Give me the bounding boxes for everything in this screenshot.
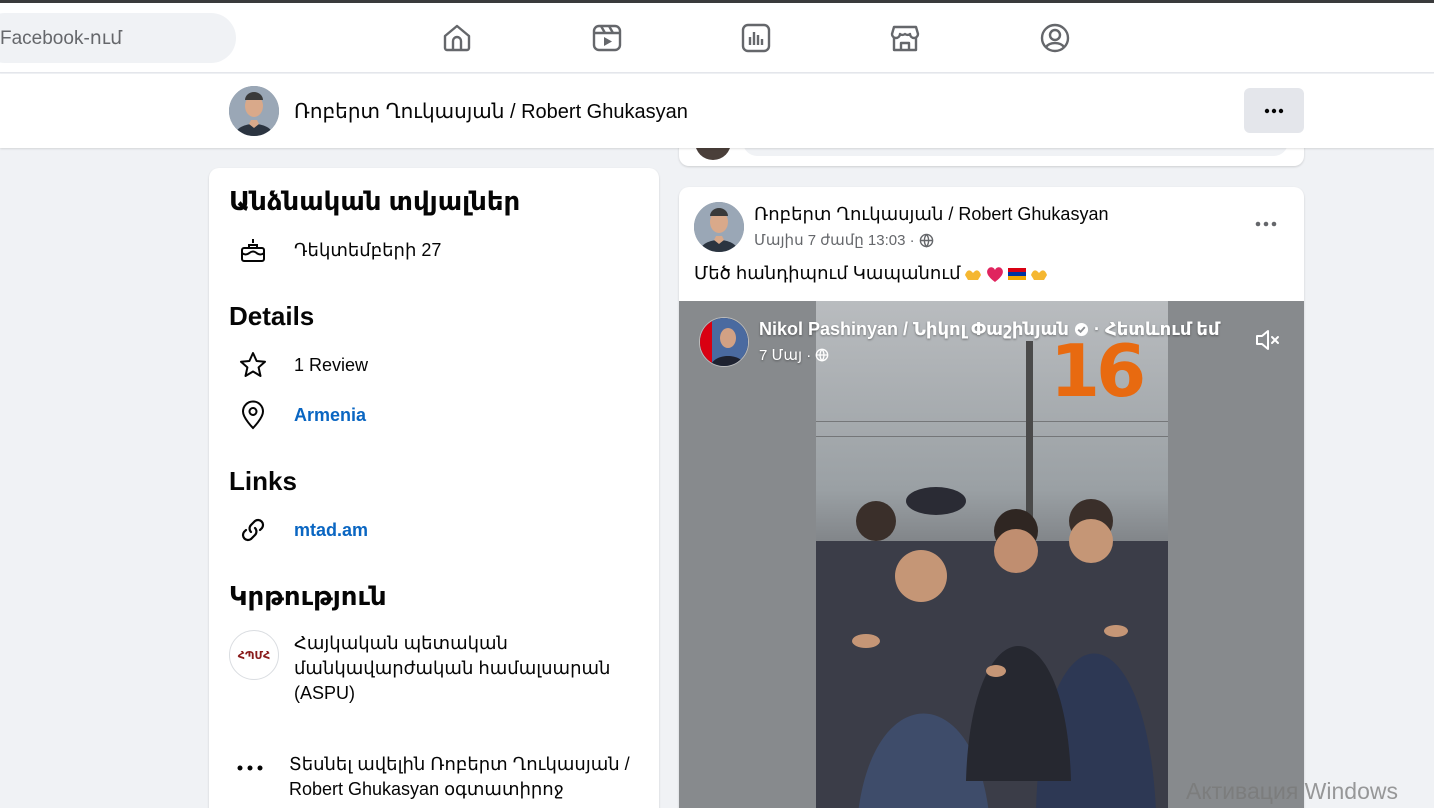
dashboard-icon[interactable] <box>740 22 772 54</box>
marketplace-icon[interactable] <box>889 22 921 54</box>
video-meta: 7 Մայ · <box>759 346 829 364</box>
globe-icon <box>919 233 933 248</box>
education-title: Կրթություն <box>229 581 387 611</box>
school-name[interactable]: Հայկական պետական մանկավարժական համալսարա… <box>294 631 624 706</box>
reels-icon[interactable] <box>591 22 623 54</box>
review-count[interactable]: 1 Review <box>294 355 368 376</box>
profile-avatar[interactable] <box>229 86 279 136</box>
post-text: Մեծ հանդիպում Կապանում <box>694 263 1049 284</box>
location-link[interactable]: Armenia <box>294 405 366 426</box>
profile-header-bar: Ռոբերտ Ղուկասյան / Robert Ghukasyan <box>0 74 1434 148</box>
post-date[interactable]: Մայիս 7 ժամը 13:03 · <box>754 231 915 249</box>
profile-icon[interactable] <box>1039 22 1071 54</box>
shared-video[interactable]: 16 Nikol Pashinyan / Նիկոլ Փաշինյան · Հե… <box>679 301 1304 808</box>
profile-name[interactable]: Ռոբերտ Ղուկասյան / Robert Ghukasyan <box>294 99 688 124</box>
post-author-name[interactable]: Ռոբերտ Ղուկասյան / Robert Ghukasyan <box>754 204 1108 225</box>
birthday-cake-icon <box>237 234 269 266</box>
school-logo-text: ՀՊՄՀ <box>237 649 271 662</box>
red-heart-emoji-icon <box>986 266 1003 282</box>
star-icon <box>237 349 269 381</box>
post-meta: Մայիս 7 ժամը 13:03 · <box>754 231 934 249</box>
location-pin-icon <box>237 399 269 431</box>
muted-speaker-icon[interactable] <box>1253 325 1283 355</box>
more-horizontal-icon <box>1255 221 1277 227</box>
search-input-value: Facebook-ում <box>0 27 123 49</box>
personal-info-title: Անձնական տվյալներ <box>229 186 521 216</box>
links-title: Links <box>229 466 297 496</box>
heart-hands-emoji-icon <box>964 269 981 280</box>
video-overlay-number: 16 <box>1050 329 1146 413</box>
link-chain-icon <box>237 514 269 546</box>
post-author-avatar[interactable] <box>694 202 744 252</box>
following-label[interactable]: · Հետևում եմ <box>1094 319 1220 340</box>
heart-hands-emoji-icon <box>1030 269 1047 280</box>
video-date[interactable]: 7 Մայ · <box>759 346 811 364</box>
see-more-about-link[interactable]: Տեսնել ավելին Ռոբերտ Ղուկասյան / Robert … <box>289 752 634 802</box>
video-author-avatar[interactable] <box>699 317 749 367</box>
birthday-text: Դեկտեմբերի 27 <box>294 240 442 260</box>
more-options-button[interactable] <box>1244 88 1304 133</box>
video-author-name[interactable]: Nikol Pashinyan / Նիկոլ Փաշինյան <box>759 319 1069 340</box>
video-author: Nikol Pashinyan / Նիկոլ Փաշինյան · Հետևո… <box>759 319 1220 340</box>
post-text-content: Մեծ հանդիպում Կապանում <box>694 263 961 283</box>
armenia-flag-emoji-icon <box>1007 267 1026 280</box>
windows-activation-watermark: Активация Windows <box>1186 778 1398 804</box>
more-horizontal-icon <box>1264 108 1284 113</box>
post-more-button[interactable] <box>1251 212 1281 236</box>
post-card: Ռոբերտ Ղուկասյան / Robert Ghukasyan Մայի… <box>679 187 1304 808</box>
search-input[interactable]: Facebook-ում <box>0 13 236 63</box>
verified-badge-icon <box>1074 322 1089 337</box>
more-horizontal-icon[interactable] <box>235 758 265 778</box>
intro-card: Անձնական տվյալներ Դեկտեմբերի 27 Details … <box>209 168 659 808</box>
school-logo[interactable]: ՀՊՄՀ <box>229 630 279 680</box>
website-link[interactable]: mtad.am <box>294 520 368 541</box>
details-title: Details <box>229 301 315 331</box>
globe-icon <box>815 348 829 362</box>
home-icon[interactable] <box>441 22 473 54</box>
top-navigation-bar: Facebook-ում <box>0 3 1434 73</box>
video-crowd-scene <box>816 487 1168 808</box>
